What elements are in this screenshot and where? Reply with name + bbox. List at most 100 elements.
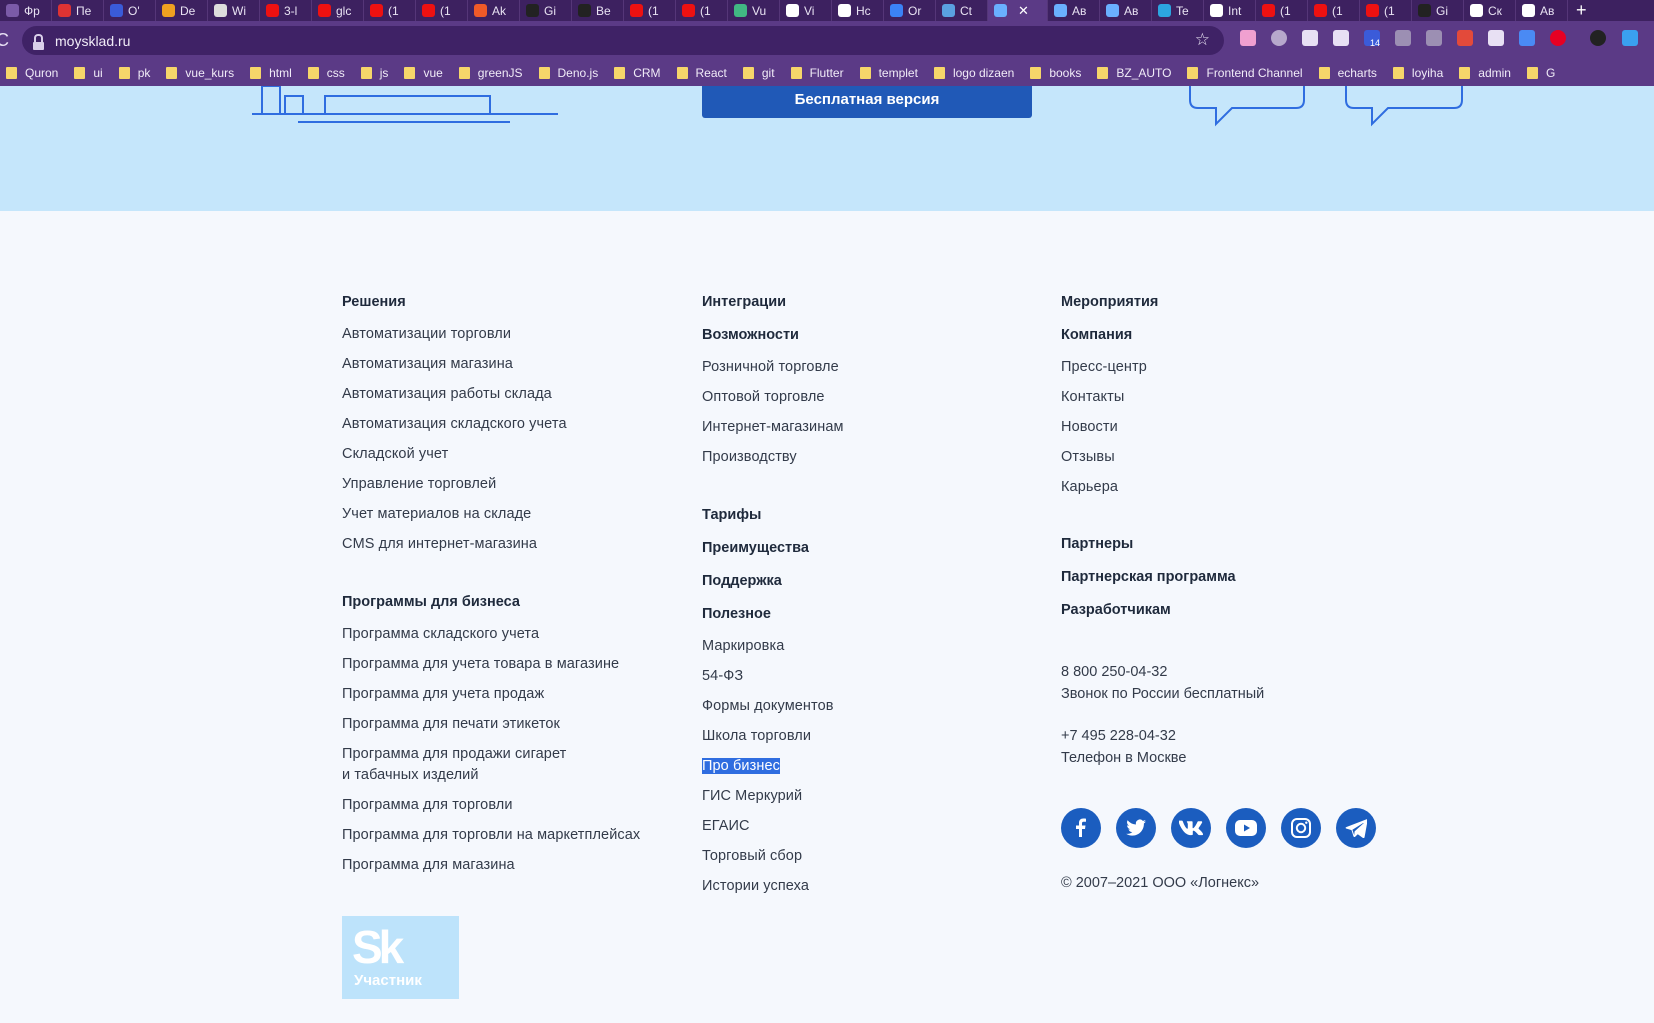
company-link[interactable]: Пресс-центр [1061,357,1147,377]
browser-tab[interactable]: (1 [364,0,416,21]
phone-russia[interactable]: 8 800 250-04-32 [1061,661,1167,683]
useful-link[interactable]: 54-ФЗ [702,666,743,686]
program-link[interactable]: Программа складского учета [342,624,539,644]
bookmark-star-icon[interactable]: ☆ [1195,30,1210,50]
selected-text[interactable]: Про бизнес [702,758,780,774]
browser-tab[interactable]: (1 [624,0,676,21]
pdf-icon[interactable] [1457,30,1473,46]
solution-link[interactable]: Управление торговлей [342,474,496,494]
useful-link[interactable]: Школа торговли [702,726,811,746]
bookmark-folder[interactable]: css [307,66,345,80]
bookmark-folder[interactable]: js [360,66,388,80]
program-link[interactable]: Программа для продажи сигарет [342,744,566,764]
browser-tab[interactable]: (1 [416,0,468,21]
window-icon[interactable] [1333,30,1349,46]
bookmark-folder[interactable]: CRM [614,66,661,80]
browser-tab[interactable]: Ск [1464,0,1516,21]
bookmark-folder[interactable]: html [250,66,292,80]
bookmark-folder[interactable]: greenJS [458,66,523,80]
company-link[interactable]: Отзывы [1061,447,1115,467]
pinterest-icon[interactable] [1550,30,1566,46]
facebook-icon[interactable] [1061,808,1101,848]
solution-link[interactable]: Автоматизация магазина [342,354,513,374]
reload-icon[interactable]: C [0,30,18,51]
browser-tab[interactable]: Фр [0,0,52,21]
bookmark-folder[interactable]: loyiha [1392,66,1443,80]
bookmark-folder[interactable]: G [1526,66,1555,80]
browser-tab[interactable]: (1 [676,0,728,21]
program-link[interactable]: Программа для магазина [342,855,515,875]
bookmark-folder[interactable]: echarts [1318,66,1377,80]
browser-tab[interactable]: O' [104,0,156,21]
useful-link-selected[interactable]: Про бизнес [702,756,780,776]
useful-heading[interactable]: Полезное [702,606,771,622]
browser-tab[interactable]: Wi [208,0,260,21]
bookmark-folder[interactable]: Flutter [790,66,844,80]
browser-tab[interactable]: (1 [1308,0,1360,21]
solution-link[interactable]: CMS для интернет-магазина [342,534,537,554]
address-bar[interactable]: moysklad.ru ☆ [22,26,1224,55]
browser-tab[interactable]: Or [884,0,936,21]
feature-link[interactable]: Интернет-магазинам [702,417,844,437]
bookmark-folder[interactable]: logo dizaen [933,66,1014,80]
solution-link[interactable]: Складской учет [342,444,448,464]
useful-link[interactable]: Формы документов [702,696,834,716]
globe-icon[interactable] [1271,30,1287,46]
advantages-heading[interactable]: Преимущества [702,540,809,556]
solutions-heading[interactable]: Решения [342,294,406,310]
s-extension-icon[interactable] [1622,30,1638,46]
bookmark-folder[interactable]: Frontend Channel [1187,66,1303,80]
browser-tab[interactable]: De [156,0,208,21]
bookmark-folder[interactable]: Quron [6,66,58,80]
bookmark-folder[interactable]: pk [118,66,150,80]
bookmark-folder[interactable]: React [676,66,727,80]
program-link[interactable]: Программа для торговли на маркетплейсах [342,825,640,845]
browser-tab[interactable]: (1 [1360,0,1412,21]
program-link[interactable]: Программа для печати этикеток [342,714,560,734]
browser-tab-active[interactable]: ✕ [988,0,1048,21]
solution-link[interactable]: Учет материалов на складе [342,504,531,524]
youtube-icon[interactable] [1226,808,1266,848]
telegram-icon[interactable] [1336,808,1376,848]
vk-icon[interactable] [1171,808,1211,848]
browser-tab[interactable]: Ав [1048,0,1100,21]
useful-link[interactable]: Торговый сбор [702,846,802,866]
vd-icon[interactable] [1590,30,1606,46]
solution-link[interactable]: Автоматизация работы склада [342,384,552,404]
feature-link[interactable]: Розничной торговле [702,357,839,377]
bookmark-folder[interactable]: git [742,66,775,80]
browser-tab[interactable]: Ct [936,0,988,21]
browser-tab[interactable]: Te [1152,0,1204,21]
partners-heading[interactable]: Партнеры [1061,536,1133,552]
company-link[interactable]: Новости [1061,417,1118,437]
useful-link[interactable]: Истории успеха [702,876,809,896]
new-tab-button[interactable]: + [1576,0,1587,21]
close-tab-icon[interactable]: ✕ [1018,3,1029,19]
extension-icon[interactable] [1240,30,1256,46]
bookmark-folder[interactable]: Deno.js [538,66,598,80]
partner-program-heading[interactable]: Партнерская программа [1061,569,1236,585]
browser-tab[interactable]: Vu [728,0,780,21]
free-version-button[interactable]: Бесплатная версия [702,86,1032,118]
browser-tab[interactable]: Ak [468,0,520,21]
vue-devtools-2-icon[interactable] [1426,30,1442,46]
bookmark-folder[interactable]: admin [1459,66,1511,80]
browser-tab[interactable]: Be [572,0,624,21]
browser-tab[interactable]: Vi [780,0,832,21]
useful-link[interactable]: ЕГАИС [702,816,750,836]
browser-tab[interactable]: Int [1204,0,1256,21]
skolkovo-badge[interactable]: Sk Участник [342,916,459,999]
events-heading[interactable]: Мероприятия [1061,294,1158,310]
instagram-icon[interactable] [1281,808,1321,848]
url-text[interactable]: moysklad.ru [55,33,130,49]
solution-link[interactable]: Автоматизации торговли [342,324,511,344]
browser-tab[interactable]: Ав [1100,0,1152,21]
browser-tab[interactable]: 3-l [260,0,312,21]
extension-badge-icon[interactable]: 14 [1364,30,1380,48]
company-link[interactable]: Карьера [1061,477,1118,497]
bookmark-folder[interactable]: ui [74,66,103,80]
lock-icon[interactable] [33,33,44,50]
bookmark-folder[interactable]: BZ_AUTO [1097,66,1171,80]
company-link[interactable]: Контакты [1061,387,1124,407]
features-heading[interactable]: Возможности [702,327,799,343]
